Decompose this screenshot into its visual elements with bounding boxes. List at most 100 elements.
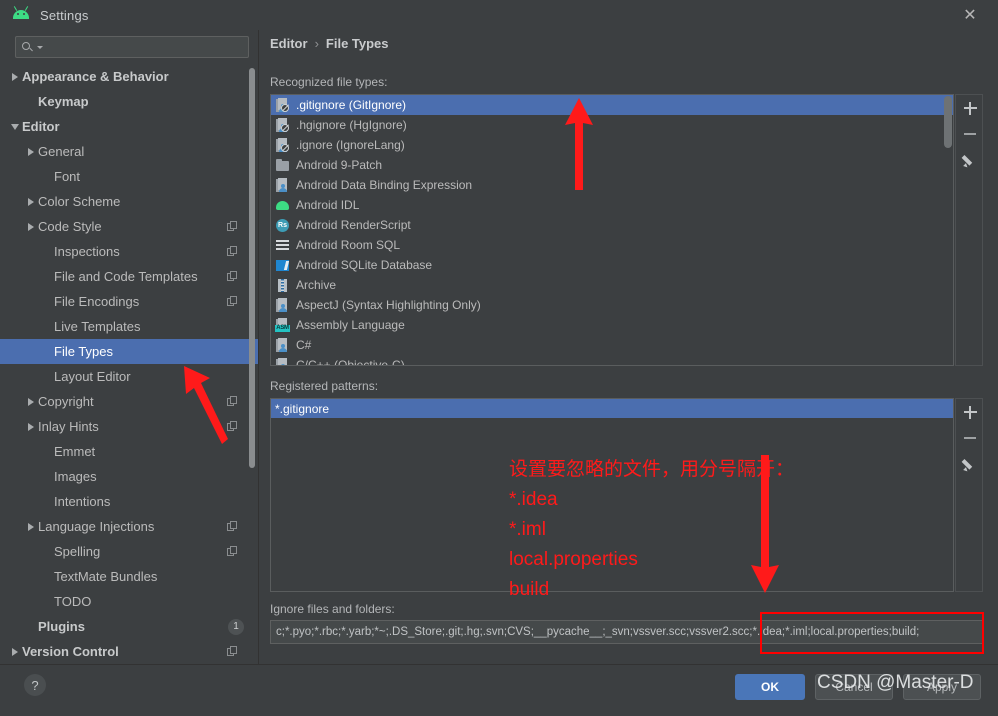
sidebar-item-general[interactable]: General — [0, 139, 258, 164]
file-type-row[interactable]: Android Data Binding Expression — [271, 175, 953, 195]
sidebar-item-emmet[interactable]: Emmet — [0, 439, 258, 464]
copy-settings-icon[interactable] — [227, 521, 238, 532]
sidebar-item-code-style[interactable]: Code Style — [0, 214, 258, 239]
chevron-right-icon[interactable] — [8, 72, 22, 81]
sidebar-item-appearance-behavior[interactable]: Appearance & Behavior — [0, 64, 258, 89]
sidebar-item-textmate-bundles[interactable]: TextMate Bundles — [0, 564, 258, 589]
sidebar-item-intentions[interactable]: Intentions — [0, 489, 258, 514]
chevron-right-icon[interactable] — [24, 522, 38, 531]
sidebar-item-version-control[interactable]: Version Control — [0, 639, 258, 664]
sidebar-item-color-scheme[interactable]: Color Scheme — [0, 189, 258, 214]
sidebar-item-label: Appearance & Behavior — [22, 69, 169, 84]
sidebar-item-file-types[interactable]: File Types — [0, 339, 258, 364]
apply-button[interactable]: Apply — [903, 674, 981, 700]
file-type-row[interactable]: Rs Android RenderScript — [271, 215, 953, 235]
sidebar-item-label: Keymap — [38, 94, 89, 109]
help-button[interactable]: ? — [24, 674, 46, 696]
file-type-row[interactable]: Android SQLite Database — [271, 255, 953, 275]
sidebar-item-live-templates[interactable]: Live Templates — [0, 314, 258, 339]
renderscript-icon: Rs — [275, 218, 290, 233]
file-type-row[interactable]: .ignore (IgnoreLang) — [271, 135, 953, 155]
file-types-toolbar[interactable] — [955, 94, 983, 366]
sidebar-divider — [258, 30, 259, 664]
minus-icon[interactable] — [956, 425, 984, 451]
plugins-update-count-badge: 1 — [228, 618, 244, 635]
sidebar-item-file-and-code-templates[interactable]: File and Code Templates — [0, 264, 258, 289]
file-type-label: .hgignore (HgIgnore) — [296, 118, 407, 132]
plus-icon[interactable] — [956, 399, 984, 425]
chevron-down-icon[interactable] — [37, 45, 43, 49]
copy-settings-icon[interactable] — [227, 271, 238, 282]
file-types-list[interactable]: .gitignore (GitIgnore) .hgignore (HgIgnor… — [270, 94, 954, 366]
search-box[interactable] — [15, 36, 249, 58]
ignore-files-value: c;*.pyo;*.rbc;*.yarb;*~;.DS_Store;.git;.… — [276, 626, 920, 638]
file-type-row[interactable]: C/C++ (Objective-C) — [271, 355, 953, 365]
chevron-right-icon[interactable] — [24, 222, 38, 231]
file-type-row[interactable]: Android 9-Patch — [271, 155, 953, 175]
copy-settings-icon[interactable] — [227, 246, 238, 257]
sidebar-item-label: Images — [54, 469, 97, 484]
chevron-right-icon[interactable] — [24, 397, 38, 406]
file-type-row[interactable]: .hgignore (HgIgnore) — [271, 115, 953, 135]
chevron-right-icon[interactable] — [24, 422, 38, 431]
file-type-label: Android 9-Patch — [296, 158, 383, 172]
file-type-row[interactable]: Android IDL — [271, 195, 953, 215]
pattern-row[interactable]: *.gitignore — [271, 399, 953, 418]
sidebar-item-plugins[interactable]: Plugins 1 — [0, 614, 258, 639]
file-type-row[interactable]: ASM Assembly Language — [271, 315, 953, 335]
generic-file-icon — [275, 297, 290, 313]
breadcrumb-parent[interactable]: Editor — [270, 36, 308, 51]
sidebar-item-copyright[interactable]: Copyright — [0, 389, 258, 414]
copy-settings-icon[interactable] — [227, 221, 238, 232]
copy-settings-icon[interactable] — [227, 296, 238, 307]
file-type-row[interactable]: AspectJ (Syntax Highlighting Only) — [271, 295, 953, 315]
chevron-right-icon[interactable] — [24, 197, 38, 206]
sidebar-item-layout-editor[interactable]: Layout Editor — [0, 364, 258, 389]
patterns-toolbar[interactable] — [955, 398, 983, 592]
pencil-icon[interactable] — [956, 451, 984, 477]
copy-settings-icon[interactable] — [227, 396, 238, 407]
file-type-label: Android IDL — [296, 198, 360, 212]
minus-icon[interactable] — [956, 121, 984, 147]
sidebar-item-spelling[interactable]: Spelling — [0, 539, 258, 564]
sidebar-item-inspections[interactable]: Inspections — [0, 239, 258, 264]
settings-tree[interactable]: Appearance & Behavior Keymap Editor General… — [0, 64, 258, 664]
pencil-icon[interactable] — [956, 147, 984, 173]
generic-file-icon — [275, 177, 290, 193]
sidebar-item-font[interactable]: Font — [0, 164, 258, 189]
sidebar-item-label: General — [38, 144, 85, 159]
asm-icon: ASM — [275, 317, 290, 333]
copy-settings-icon[interactable] — [227, 646, 238, 657]
ignore-files-input[interactable]: c;*.pyo;*.rbc;*.yarb;*~;.DS_Store;.git;.… — [270, 620, 984, 644]
sidebar-item-keymap[interactable]: Keymap — [0, 89, 258, 114]
sidebar-scrollbar[interactable] — [249, 68, 255, 468]
plus-icon[interactable] — [956, 95, 984, 121]
sidebar-item-label: Code Style — [38, 219, 102, 234]
sidebar-item-language-injections[interactable]: Language Injections — [0, 514, 258, 539]
registered-patterns-label: Registered patterns: — [270, 379, 379, 393]
ignore-files-label: Ignore files and folders: — [270, 602, 395, 616]
sidebar-item-inlay-hints[interactable]: Inlay Hints — [0, 414, 258, 439]
chevron-right-icon[interactable] — [24, 147, 38, 156]
file-type-row[interactable]: Android Room SQL — [271, 235, 953, 255]
file-type-row[interactable]: Archive — [271, 275, 953, 295]
search-input[interactable] — [48, 40, 248, 54]
copy-settings-icon[interactable] — [227, 546, 238, 557]
sidebar-item-editor[interactable]: Editor — [0, 114, 258, 139]
file-types-scrollbar[interactable] — [944, 96, 952, 148]
cancel-button[interactable]: Cancel — [815, 674, 893, 700]
breadcrumb: Editor › File Types — [270, 36, 389, 51]
registered-patterns-list[interactable]: *.gitignore — [270, 398, 954, 592]
sidebar-item-file-encodings[interactable]: File Encodings — [0, 289, 258, 314]
chevron-right-icon[interactable] — [8, 647, 22, 656]
close-icon[interactable]: ✕ — [960, 6, 980, 26]
file-type-row[interactable]: .gitignore (GitIgnore) — [271, 95, 953, 115]
ok-button[interactable]: OK — [735, 674, 805, 700]
sidebar-item-label: Editor — [22, 119, 60, 134]
chevron-down-icon[interactable] — [8, 123, 22, 130]
sidebar-item-label: Layout Editor — [54, 369, 131, 384]
sidebar-item-images[interactable]: Images — [0, 464, 258, 489]
copy-settings-icon[interactable] — [227, 421, 238, 432]
file-type-row[interactable]: C# — [271, 335, 953, 355]
sidebar-item-todo[interactable]: TODO — [0, 589, 258, 614]
